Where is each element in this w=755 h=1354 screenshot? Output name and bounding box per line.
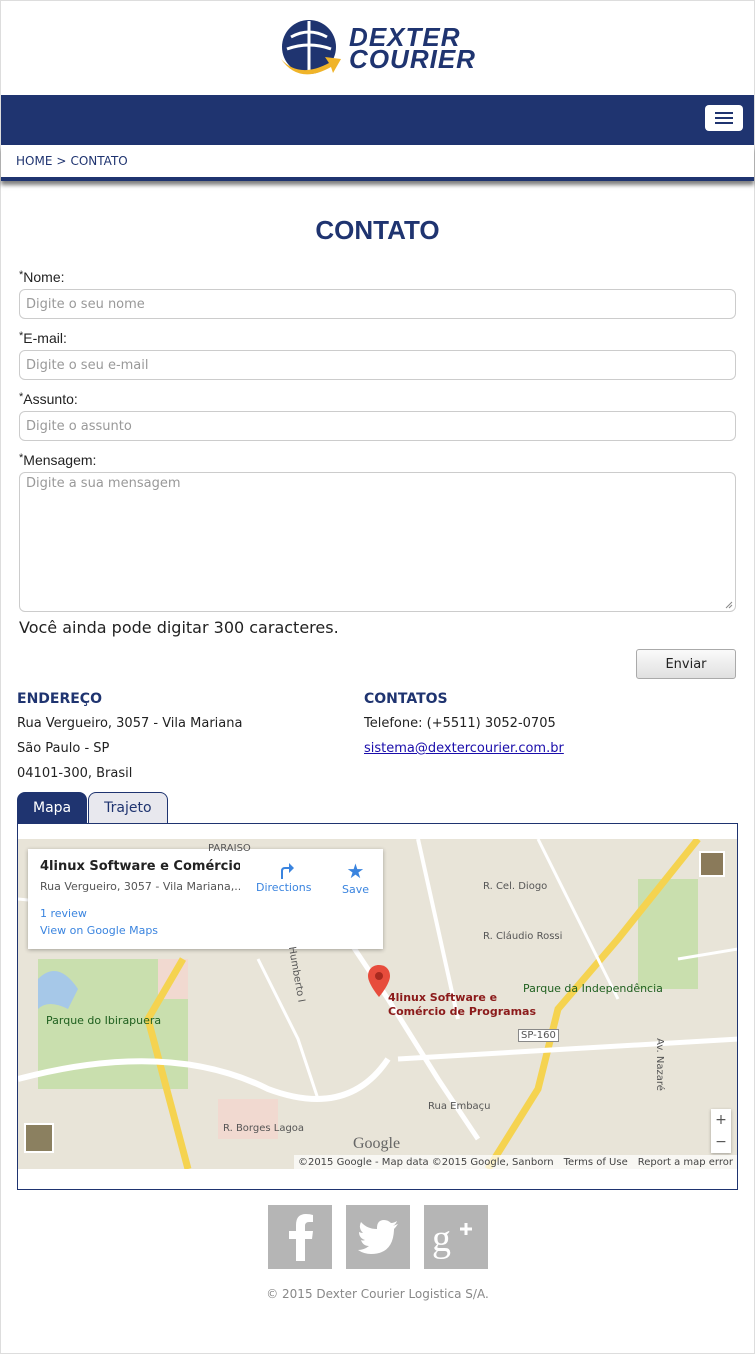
email-label: *E-mail: <box>19 330 67 346</box>
place-address: Rua Vergueiro, 3057 - Vila Mariana,... <box>40 880 240 893</box>
map-tabs: Mapa Trajeto <box>1 792 754 823</box>
send-button[interactable]: Enviar <box>636 649 736 679</box>
char-counter: Você ainda pode digitar 300 caracteres. <box>19 618 339 637</box>
profile-thumbnail[interactable] <box>699 851 725 877</box>
menu-toggle-button[interactable] <box>705 105 743 131</box>
satellite-toggle[interactable] <box>24 1123 54 1153</box>
svg-text:g: g <box>432 1218 451 1259</box>
google-plus-button[interactable]: g <box>423 1205 488 1269</box>
breadcrumb-current: CONTATO <box>70 154 128 168</box>
map-street-label: R. Cel. Diogo <box>483 881 548 892</box>
google-logo: Google <box>353 1135 401 1152</box>
resize-handle-icon[interactable] <box>725 601 733 609</box>
map-street-label: R. Cláudio Rossi <box>483 931 563 942</box>
message-textarea[interactable]: Digite a sua mensagem <box>19 472 736 612</box>
directions-button[interactable]: Directions <box>256 859 311 894</box>
email-input[interactable]: Digite o seu e-mail <box>19 350 736 380</box>
place-title: 4linux Software e Comércio d... <box>40 859 240 874</box>
map-panel: 4linux Software e Comércio d... Rua Verg… <box>17 823 738 1190</box>
brand-logo[interactable]: DEXTER COURIER <box>279 19 476 77</box>
facebook-button[interactable] <box>267 1205 332 1269</box>
save-button[interactable]: ★ Save <box>342 859 369 896</box>
tab-trajeto[interactable]: Trajeto <box>88 792 168 823</box>
map-place-label: Parque da Independência <box>523 982 663 995</box>
page-title: CONTATO <box>315 215 440 245</box>
address-line: São Paulo - SP <box>17 741 110 756</box>
place-info-card: 4linux Software e Comércio d... Rua Verg… <box>28 849 383 949</box>
main-navbar <box>1 95 754 145</box>
zoom-control: + − <box>711 1109 731 1153</box>
tab-mapa[interactable]: Mapa <box>17 792 88 823</box>
phone-number: Telefone: (+5511) 3052-0705 <box>364 716 556 731</box>
map-road-label: SP-160 <box>518 1029 559 1042</box>
terms-link[interactable]: Terms of Use <box>564 1157 628 1168</box>
address-line: 04101-300, Brasil <box>17 766 133 781</box>
pin-label: 4linux Software e Comércio de Programas <box>388 991 537 1018</box>
map-street-label: Rua Embaçu <box>428 1101 491 1112</box>
brand-name: DEXTER COURIER <box>349 22 476 74</box>
address-block: ENDEREÇO Rua Vergueiro, 3057 - Vila Mari… <box>17 691 364 790</box>
zoom-in-button[interactable]: + <box>715 1112 727 1128</box>
report-error-link[interactable]: Report a map error <box>638 1157 733 1168</box>
twitter-button[interactable] <box>345 1205 410 1269</box>
copyright: © 2015 Dexter Courier Logistica S/A. <box>266 1287 489 1301</box>
site-header: DEXTER COURIER <box>1 1 754 95</box>
name-input[interactable]: Digite o seu nome <box>19 289 736 319</box>
address-line: Rua Vergueiro, 3057 - Vila Mariana <box>17 716 243 731</box>
directions-icon <box>280 863 294 879</box>
map-pin-icon[interactable] <box>368 965 390 997</box>
zoom-out-button[interactable]: − <box>715 1134 727 1150</box>
reviews-link[interactable]: 1 review <box>40 907 371 920</box>
star-icon: ★ <box>346 859 365 883</box>
view-on-google-maps-link[interactable]: View on Google Maps <box>40 924 371 937</box>
map-district-label: PARAISO <box>208 843 251 854</box>
email-link[interactable]: sistema@dextercourier.com.br <box>364 741 564 756</box>
map-place-label: Parque do Ibirapuera <box>46 1014 162 1027</box>
subject-input[interactable]: Digite o assunto <box>19 411 736 441</box>
globe-arrow-icon <box>281 20 342 75</box>
map-street-label: R. Borges Lagoa <box>223 1123 305 1134</box>
hamburger-icon <box>715 112 733 114</box>
contact-form: *Nome: Digite o seu nome *E-mail: Digite… <box>1 269 754 637</box>
map-attribution: ©2015 Google - Map data ©2015 Google, Sa… <box>293 1155 737 1169</box>
breadcrumb: HOME > CONTATO <box>1 145 754 181</box>
name-label: *Nome: <box>19 269 65 285</box>
google-plus-icon: g <box>432 1218 472 1259</box>
contacts-block: CONTATOS Telefone: (+5511) 3052-0705 sis… <box>364 691 711 790</box>
breadcrumb-separator: > <box>56 154 67 168</box>
contact-info: ENDEREÇO Rua Vergueiro, 3057 - Vila Mari… <box>1 691 754 790</box>
breadcrumb-home-link[interactable]: HOME <box>16 154 52 168</box>
facebook-icon <box>288 1214 313 1261</box>
address-title: ENDEREÇO <box>17 691 102 707</box>
google-map[interactable]: 4linux Software e Comércio d... Rua Verg… <box>18 839 737 1169</box>
map-street-label: Av. Nazaré <box>653 1038 665 1091</box>
subject-label: *Assunto: <box>19 391 78 407</box>
contacts-title: CONTATOS <box>364 691 448 707</box>
message-label: *Mensagem: <box>19 452 97 468</box>
twitter-icon <box>357 1220 398 1254</box>
social-links: g <box>1 1205 754 1269</box>
